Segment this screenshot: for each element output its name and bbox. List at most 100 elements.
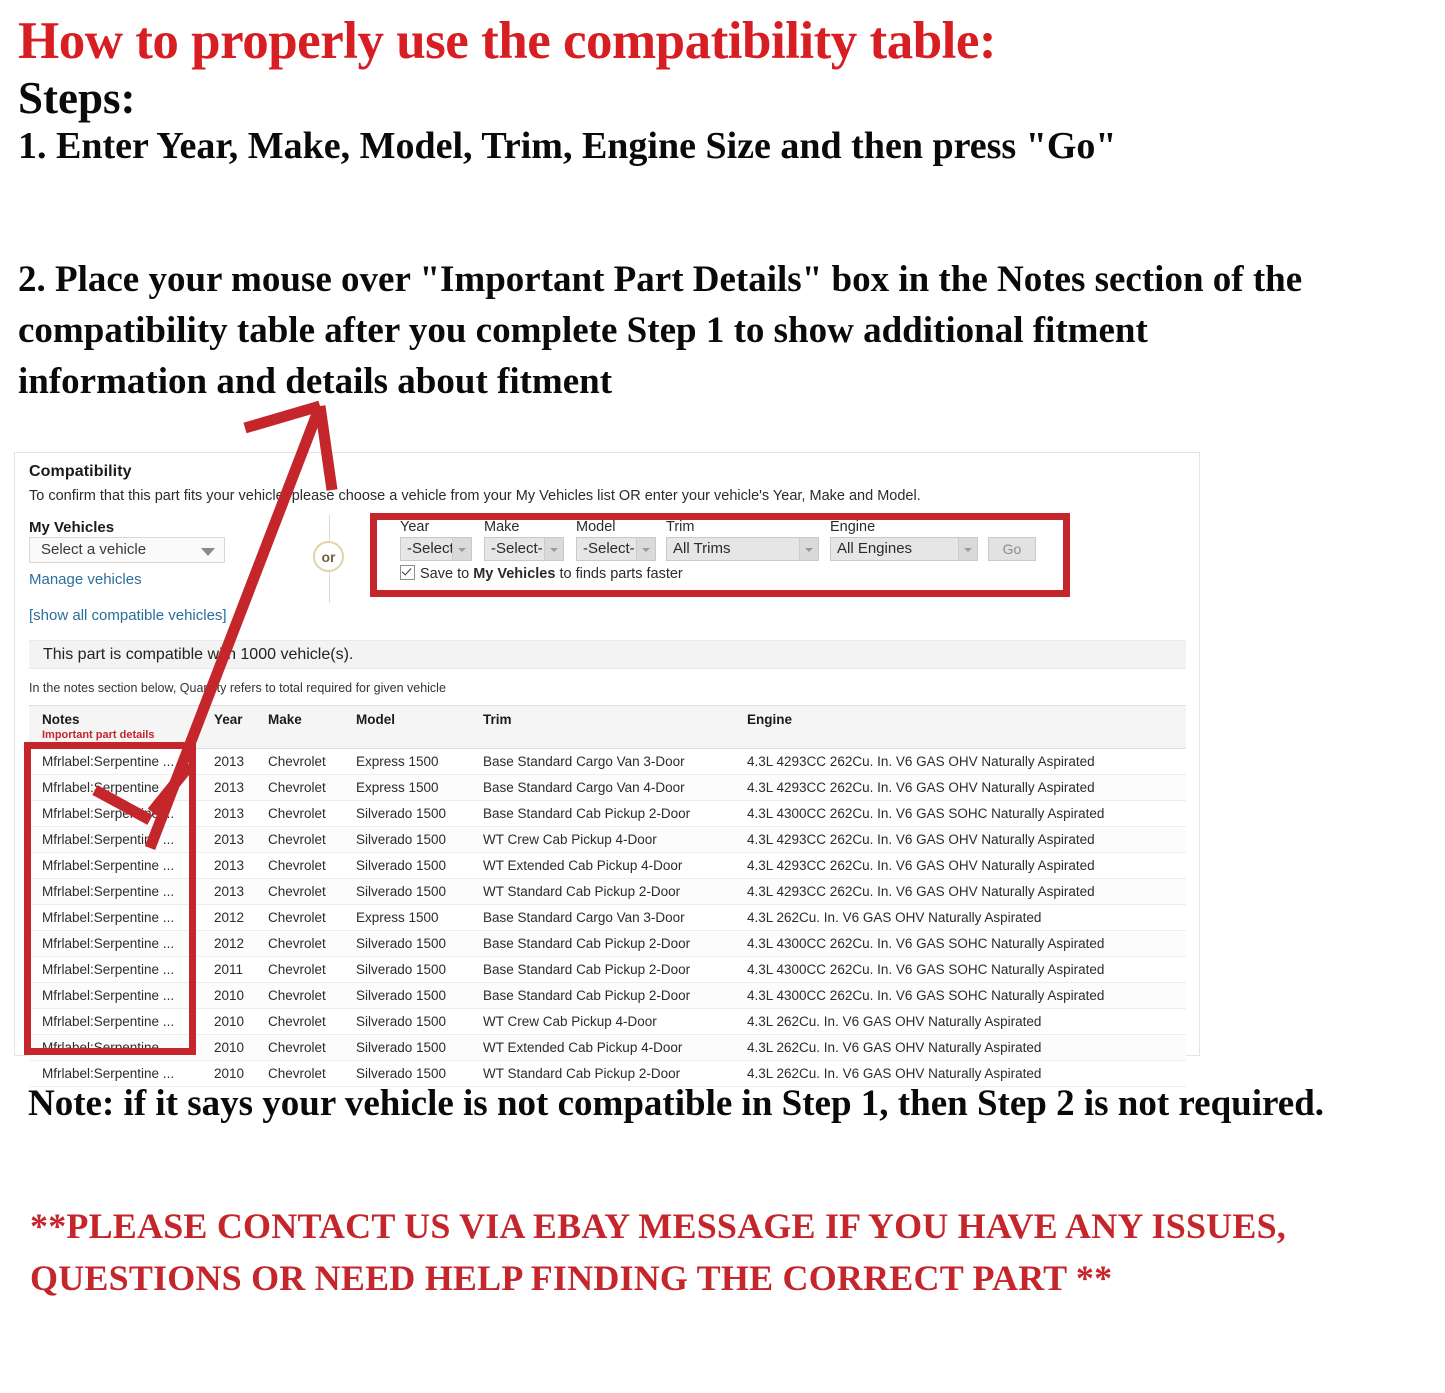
cell-model: Silverado 1500 (343, 956, 470, 983)
step-one-text: 1. Enter Year, Make, Model, Trim, Engine… (18, 125, 1117, 168)
cell-notes[interactable]: Mfrlabel:Serpentine ... (29, 826, 201, 853)
cell-model: Silverado 1500 (343, 800, 470, 827)
table-row: Mfrlabel:Serpentine ... 2012 Chevrolet Expr… (29, 904, 1186, 931)
year-value: -Select- (407, 540, 459, 557)
cell-make: Chevrolet (255, 748, 343, 775)
cell-make: Chevrolet (255, 930, 343, 957)
cell-make: Chevrolet (255, 852, 343, 879)
cell-engine: 4.3L 262Cu. In. V6 GAS OHV Naturally Asp… (734, 904, 1186, 931)
cell-notes[interactable]: Mfrlabel:Serpentine ... (29, 904, 201, 931)
cell-model: Silverado 1500 (343, 1034, 470, 1061)
notes-quantity-hint: In the notes section below, Quantity ref… (29, 681, 446, 695)
cell-year: 2013 (201, 774, 255, 801)
cell-model: Silverado 1500 (343, 1008, 470, 1035)
cell-make: Chevrolet (255, 800, 343, 827)
cell-year: 2010 (201, 1008, 255, 1035)
cell-make: Chevrolet (255, 982, 343, 1009)
cell-engine: 4.3L 4293CC 262Cu. In. V6 GAS OHV Natura… (734, 748, 1186, 775)
compatibility-subheading: To confirm that this part fits your vehi… (29, 488, 921, 504)
save-to-my-vehicles-row[interactable]: Save to My Vehicles to finds parts faste… (400, 565, 683, 582)
cell-notes[interactable]: Mfrlabel:Serpentine ... (29, 982, 201, 1009)
header-make: Make (255, 705, 343, 749)
cell-make: Chevrolet (255, 878, 343, 905)
engine-select[interactable]: All Engines (830, 537, 978, 561)
or-divider: or (306, 515, 352, 603)
cell-notes[interactable]: Mfrlabel:Serpentine ... (29, 1034, 201, 1061)
trim-value: All Trims (673, 540, 731, 557)
manage-vehicles-link[interactable]: Manage vehicles (29, 571, 142, 588)
table-row: Mfrlabel:Serpentine ... 2013 Chevrolet Silv… (29, 800, 1186, 827)
cell-model: Express 1500 (343, 904, 470, 931)
model-select[interactable]: -Select- (576, 537, 656, 561)
cell-year: 2012 (201, 930, 255, 957)
cell-engine: 4.3L 4293CC 262Cu. In. V6 GAS OHV Natura… (734, 826, 1186, 853)
cell-year: 2013 (201, 800, 255, 827)
save-prefix-text: Save to (420, 566, 474, 582)
model-label: Model (576, 519, 616, 535)
page-title: How to properly use the compatibility ta… (18, 12, 997, 70)
go-button[interactable]: Go (988, 537, 1036, 561)
cell-engine: 4.3L 4300CC 262Cu. In. V6 GAS SOHC Natur… (734, 982, 1186, 1009)
header-year: Year (201, 705, 255, 749)
cell-engine: 4.3L 4300CC 262Cu. In. V6 GAS SOHC Natur… (734, 956, 1186, 983)
cell-model: Silverado 1500 (343, 878, 470, 905)
table-row: Mfrlabel:Serpentine ... 2013 Chevrolet Silv… (29, 826, 1186, 853)
chevron-down-icon (201, 548, 215, 556)
cell-trim: Base Standard Cab Pickup 2-Door (470, 982, 734, 1009)
cell-notes[interactable]: Mfrlabel:Serpentine ... (29, 956, 201, 983)
year-select[interactable]: -Select- (400, 537, 472, 561)
cell-notes[interactable]: Mfrlabel:Serpentine ... (29, 774, 201, 801)
make-select[interactable]: -Select- (484, 537, 564, 561)
cell-model: Silverado 1500 (343, 982, 470, 1009)
cell-model: Silverado 1500 (343, 826, 470, 853)
cell-trim: WT Crew Cab Pickup 4-Door (470, 1008, 734, 1035)
show-all-compatible-vehicles-link[interactable]: [show all compatible vehicles] (29, 607, 227, 624)
chevron-down-icon (452, 538, 471, 560)
table-row: Mfrlabel:Serpentine ... 2010 Chevrolet Silv… (29, 982, 1186, 1009)
cell-notes[interactable]: Mfrlabel:Serpentine ... (29, 852, 201, 879)
vehicle-select-dropdown[interactable]: Select a vehicle (29, 537, 225, 563)
cell-engine: 4.3L 4293CC 262Cu. In. V6 GAS OHV Natura… (734, 774, 1186, 801)
instructions-block: How to properly use the compatibility ta… (18, 12, 1418, 169)
cell-notes[interactable]: Mfrlabel:Serpentine ... (29, 800, 201, 827)
fitment-table: Notes Important part details Year Make M… (29, 705, 1186, 1087)
header-trim: Trim (470, 705, 734, 749)
cell-notes[interactable]: Mfrlabel:Serpentine ... (29, 1008, 201, 1035)
cell-model: Silverado 1500 (343, 852, 470, 879)
engine-label: Engine (830, 519, 876, 535)
cell-year: 2013 (201, 748, 255, 775)
year-field: Year -Select- (400, 519, 472, 561)
engine-value: All Engines (837, 540, 913, 557)
cell-notes[interactable]: Mfrlabel:Serpentine ... (29, 930, 201, 957)
trim-select[interactable]: All Trims (666, 537, 819, 561)
cell-trim: WT Extended Cab Pickup 4-Door (470, 852, 734, 879)
chevron-down-icon (636, 538, 655, 560)
cell-trim: Base Standard Cab Pickup 2-Door (470, 800, 734, 827)
header-engine: Engine (734, 705, 1186, 749)
cell-engine: 4.3L 4293CC 262Cu. In. V6 GAS OHV Natura… (734, 878, 1186, 905)
cell-trim: WT Crew Cab Pickup 4-Door (470, 826, 734, 853)
contact-notice-text: **PLEASE CONTACT US VIA EBAY MESSAGE IF … (30, 1206, 1287, 1299)
table-row: Mfrlabel:Serpentine ... 2013 Chevrolet Silv… (29, 852, 1186, 879)
cell-trim: WT Standard Cab Pickup 2-Door (470, 878, 734, 905)
cell-year: 2013 (201, 826, 255, 853)
cell-year: 2012 (201, 904, 255, 931)
my-vehicles-label: My Vehicles (29, 519, 115, 536)
make-field: Make -Select- (484, 519, 564, 561)
save-vehicle-checkbox[interactable] (400, 565, 415, 580)
cell-make: Chevrolet (255, 774, 343, 801)
year-label: Year (400, 519, 430, 535)
or-divider-label: or (313, 541, 344, 572)
cell-notes[interactable]: Mfrlabel:Serpentine ... (29, 878, 201, 905)
cell-trim: Base Standard Cargo Van 4-Door (470, 774, 734, 801)
cell-notes[interactable]: Mfrlabel:Serpentine ... (29, 748, 201, 775)
bottom-note-text: Note: if it says your vehicle is not com… (28, 1083, 1325, 1124)
cell-engine: 4.3L 262Cu. In. V6 GAS OHV Naturally Asp… (734, 1034, 1186, 1061)
steps-label: Steps: (18, 72, 136, 123)
trim-label: Trim (666, 519, 695, 535)
make-label: Make (484, 519, 520, 535)
chevron-down-icon (544, 538, 563, 560)
cell-trim: Base Standard Cargo Van 3-Door (470, 748, 734, 775)
cell-trim: Base Standard Cargo Van 3-Door (470, 904, 734, 931)
cell-model: Express 1500 (343, 774, 470, 801)
